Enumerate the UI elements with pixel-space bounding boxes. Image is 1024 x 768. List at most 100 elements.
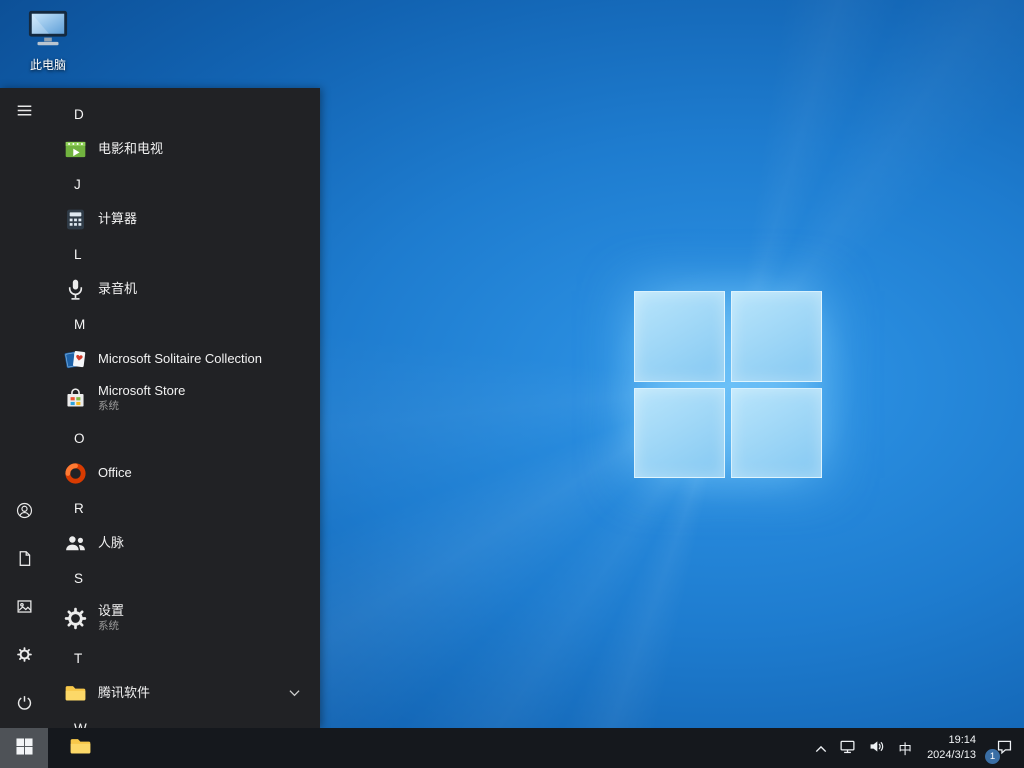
start-menu-rail xyxy=(0,88,48,728)
app-section-header-J[interactable]: J xyxy=(48,166,320,202)
network-button[interactable] xyxy=(833,728,862,768)
rail-settings-button[interactable] xyxy=(0,632,48,680)
app-section-header-W[interactable]: W xyxy=(48,710,320,729)
app-item[interactable]: 电影和电视 xyxy=(48,132,320,166)
logo-pane xyxy=(731,387,822,478)
office-icon xyxy=(62,460,88,486)
app-text: Microsoft Solitaire Collection xyxy=(98,350,263,367)
app-text: 录音机 xyxy=(98,280,138,297)
app-section-header-T[interactable]: T xyxy=(48,640,320,676)
system-tray: 中 19:14 2024/3/13 1 xyxy=(809,728,1024,768)
pictures-icon xyxy=(16,598,33,618)
network-icon xyxy=(839,738,856,758)
app-text: Office xyxy=(98,464,132,481)
file-explorer-button[interactable] xyxy=(58,728,102,768)
rail-bottom-group xyxy=(0,488,48,728)
app-text: 人脉 xyxy=(98,534,125,551)
app-label: 人脉 xyxy=(98,534,125,550)
section-letter: S xyxy=(74,570,84,586)
windows-logo-icon xyxy=(15,738,33,758)
calculator-icon xyxy=(62,206,88,232)
movies-tv-icon xyxy=(62,136,88,162)
app-section-header-S[interactable]: S xyxy=(48,560,320,596)
hamburger-icon xyxy=(16,102,33,122)
start-menu-app-list: D 电影和电视 J 计算器 L 录音机 M Microsoft Solitaire Colle… xyxy=(48,88,320,728)
app-label: 录音机 xyxy=(98,280,138,296)
app-item[interactable]: 设置 系统 xyxy=(48,596,320,640)
section-letter: J xyxy=(74,176,81,192)
user-icon xyxy=(16,502,33,522)
app-section-header-M[interactable]: M xyxy=(48,306,320,342)
app-sublabel: 系统 xyxy=(98,619,119,632)
desktop-icon-this-pc[interactable]: 此电脑 xyxy=(8,8,88,73)
people-icon xyxy=(62,530,88,556)
app-item[interactable]: Office xyxy=(48,456,320,490)
section-letter: D xyxy=(74,106,84,122)
taskbar-clock[interactable]: 19:14 2024/3/13 xyxy=(919,733,984,763)
rail-documents-button[interactable] xyxy=(0,536,48,584)
app-item[interactable]: 腾讯软件 xyxy=(48,676,320,710)
app-label: Office xyxy=(98,464,132,480)
app-label: Microsoft Store xyxy=(98,383,186,398)
app-section-header-R[interactable]: R xyxy=(48,490,320,526)
app-label: 腾讯软件 xyxy=(98,684,151,700)
rail-top-group xyxy=(0,88,48,136)
section-letter: O xyxy=(74,430,85,446)
notification-badge: 1 xyxy=(985,749,1000,764)
volume-button[interactable] xyxy=(862,728,891,768)
section-letter: R xyxy=(74,500,84,516)
rail-power-button[interactable] xyxy=(0,680,48,728)
rail-pictures-button[interactable] xyxy=(0,584,48,632)
settings-icon xyxy=(62,605,88,631)
section-letter: M xyxy=(74,316,86,332)
clock-date: 2024/3/13 xyxy=(927,749,976,761)
logo-pane xyxy=(634,291,725,382)
app-label: 电影和电视 xyxy=(98,140,164,156)
chevron-up-icon xyxy=(815,741,827,756)
app-item[interactable]: 录音机 xyxy=(48,272,320,306)
clock-time: 19:14 xyxy=(948,734,976,747)
voice-recorder-icon xyxy=(62,276,88,302)
desktop: 此电脑 D 电影和电视 J 计算器 L 录音机 M Microsoft Solitaire C… xyxy=(0,0,1024,768)
section-letter: T xyxy=(74,650,83,666)
store-icon xyxy=(62,385,88,411)
app-section-header-D[interactable]: D xyxy=(48,96,320,132)
app-text: 计算器 xyxy=(98,210,138,227)
rail-account-button[interactable] xyxy=(0,488,48,536)
ime-indicator[interactable]: 中 xyxy=(891,728,919,768)
app-text: 腾讯软件 xyxy=(98,684,151,701)
app-text: 设置 系统 xyxy=(98,603,125,632)
windows-wallpaper-logo xyxy=(634,291,822,478)
app-item[interactable]: Microsoft Solitaire Collection xyxy=(48,342,320,376)
app-item[interactable]: Microsoft Store 系统 xyxy=(48,376,320,420)
solitaire-icon xyxy=(62,346,88,372)
action-center-button[interactable]: 1 xyxy=(984,728,1024,768)
power-icon xyxy=(16,694,33,714)
app-text: Microsoft Store 系统 xyxy=(98,383,186,412)
app-section-header-O[interactable]: O xyxy=(48,420,320,456)
app-section-header-L[interactable]: L xyxy=(48,236,320,272)
this-pc-icon xyxy=(25,8,71,55)
taskbar: 中 19:14 2024/3/13 1 xyxy=(0,728,1024,768)
section-letter: W xyxy=(74,720,87,729)
logo-pane xyxy=(731,291,822,382)
logo-pane xyxy=(634,387,725,478)
section-letter: L xyxy=(74,246,82,262)
app-label: 计算器 xyxy=(98,210,138,226)
rail-menu-button[interactable] xyxy=(0,88,48,136)
app-text: 电影和电视 xyxy=(98,140,164,157)
folder-icon xyxy=(68,734,93,762)
app-item[interactable]: 计算器 xyxy=(48,202,320,236)
start-button[interactable] xyxy=(0,728,48,768)
app-item[interactable]: 人脉 xyxy=(48,526,320,560)
document-icon xyxy=(16,550,33,570)
start-menu: D 电影和电视 J 计算器 L 录音机 M Microsoft Solitaire Colle… xyxy=(0,88,320,728)
app-label: Microsoft Solitaire Collection xyxy=(98,350,263,366)
app-sublabel: 系统 xyxy=(98,399,119,412)
hidden-icons-button[interactable] xyxy=(809,728,833,768)
speaker-icon xyxy=(868,738,885,758)
app-label: 设置 xyxy=(98,603,125,618)
chevron-down-icon xyxy=(289,689,300,697)
folder-icon xyxy=(62,680,88,706)
desktop-icon-label: 此电脑 xyxy=(29,58,66,72)
